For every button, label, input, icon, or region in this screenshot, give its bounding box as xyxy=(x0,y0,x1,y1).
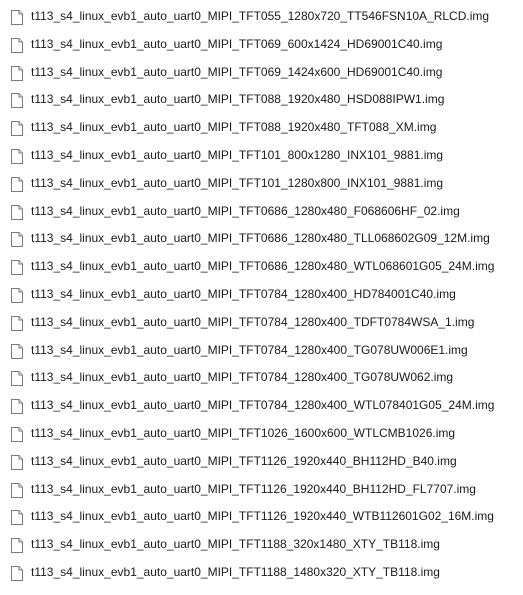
generic-file-icon xyxy=(11,566,23,581)
file-list-item[interactable]: t113_s4_linux_evb1_auto_uart0_MIPI_TFT11… xyxy=(0,502,523,530)
generic-file-icon xyxy=(11,343,23,359)
file-list-item[interactable]: t113_s4_linux_evb1_auto_uart0_MIPI_TFT06… xyxy=(0,197,523,225)
file-name: t113_s4_linux_evb1_auto_uart0_MIPI_TFT10… xyxy=(31,148,444,162)
file-name: t113_s4_linux_evb1_auto_uart0_MIPI_TFT10… xyxy=(31,175,444,190)
generic-file-icon xyxy=(11,510,23,526)
file-name: t113_s4_linux_evb1_auto_uart0_MIPI_TFT05… xyxy=(31,9,490,23)
file-list-item[interactable]: t113_s4_linux_evb1_auto_uart0_MIPI_TFT08… xyxy=(0,85,523,113)
generic-file-icon xyxy=(11,538,23,554)
file-name: t113_s4_linux_evb1_auto_uart0_MIPI_TFT06… xyxy=(31,64,443,79)
file-list-item[interactable]: t113_s4_linux_evb1_auto_uart0_MIPI_TFT06… xyxy=(0,30,523,58)
file-name: t113_s4_linux_evb1_auto_uart0_MIPI_TFT06… xyxy=(31,36,443,51)
file-name: t113_s4_linux_evb1_auto_uart0_MIPI_TFT08… xyxy=(31,120,437,135)
file-name: t113_s4_linux_evb1_auto_uart0_MIPI_TFT07… xyxy=(31,370,454,385)
file-name: t113_s4_linux_evb1_auto_uart0_MIPI_TFT11… xyxy=(31,453,457,468)
generic-file-icon xyxy=(11,371,23,387)
generic-file-icon xyxy=(11,121,23,137)
generic-file-icon xyxy=(11,260,23,276)
file-list-item[interactable]: t113_s4_linux_evb1_auto_uart0_MIPI_TFT10… xyxy=(0,141,523,169)
file-name: t113_s4_linux_evb1_auto_uart0_MIPI_TFT07… xyxy=(31,287,456,301)
file-list-item[interactable]: t113_s4_linux_evb1_auto_uart0_MIPI_TFT11… xyxy=(0,475,523,503)
file-list-item[interactable]: t113_s4_linux_evb1_auto_uart0_MIPI_TFT06… xyxy=(0,252,523,280)
generic-file-icon xyxy=(11,427,23,442)
generic-file-icon xyxy=(11,315,23,331)
file-list-item[interactable]: t113_s4_linux_evb1_auto_uart0_MIPI_TFT06… xyxy=(0,58,523,86)
file-name: t113_s4_linux_evb1_auto_uart0_MIPI_TFT11… xyxy=(31,537,440,552)
file-list-item[interactable]: t113_s4_linux_evb1_auto_uart0_MIPI_TFT07… xyxy=(0,308,523,336)
generic-file-icon xyxy=(11,149,23,164)
file-name: t113_s4_linux_evb1_auto_uart0_MIPI_TFT08… xyxy=(31,92,445,107)
file-name: t113_s4_linux_evb1_auto_uart0_MIPI_TFT11… xyxy=(31,509,494,524)
file-list-item[interactable]: t113_s4_linux_evb1_auto_uart0_MIPI_TFT08… xyxy=(0,113,523,141)
file-list-item[interactable]: t113_s4_linux_evb1_auto_uart0_MIPI_TFT05… xyxy=(0,2,523,30)
file-name: t113_s4_linux_evb1_auto_uart0_MIPI_TFT06… xyxy=(31,259,495,274)
file-list-item[interactable]: t113_s4_linux_evb1_auto_uart0_MIPI_TFT11… xyxy=(0,447,523,475)
file-list-item[interactable]: t113_s4_linux_evb1_auto_uart0_MIPI_TFT11… xyxy=(0,530,523,558)
file-name: t113_s4_linux_evb1_auto_uart0_MIPI_TFT11… xyxy=(31,481,476,496)
generic-file-icon xyxy=(11,93,23,109)
generic-file-icon xyxy=(11,482,23,498)
file-name: t113_s4_linux_evb1_auto_uart0_MIPI_TFT06… xyxy=(31,231,490,246)
file-name: t113_s4_linux_evb1_auto_uart0_MIPI_TFT10… xyxy=(31,426,456,440)
generic-file-icon xyxy=(11,176,23,192)
file-list-item[interactable]: t113_s4_linux_evb1_auto_uart0_MIPI_TFT07… xyxy=(0,391,523,419)
generic-file-icon xyxy=(11,399,23,415)
file-name: t113_s4_linux_evb1_auto_uart0_MIPI_TFT07… xyxy=(31,342,468,357)
file-name: t113_s4_linux_evb1_auto_uart0_MIPI_TFT07… xyxy=(31,314,475,329)
file-list-item[interactable]: t113_s4_linux_evb1_auto_uart0_MIPI_TFT07… xyxy=(0,280,523,308)
generic-file-icon xyxy=(11,204,23,220)
file-list-item[interactable]: t113_s4_linux_evb1_auto_uart0_MIPI_TFT07… xyxy=(0,363,523,391)
file-name: t113_s4_linux_evb1_auto_uart0_MIPI_TFT07… xyxy=(31,398,495,413)
generic-file-icon xyxy=(11,232,23,248)
file-list-item[interactable]: t113_s4_linux_evb1_auto_uart0_MIPI_TFT10… xyxy=(0,169,523,197)
file-name: t113_s4_linux_evb1_auto_uart0_MIPI_TFT11… xyxy=(31,565,440,579)
file-list: t113_s4_linux_evb1_auto_uart0_MIPI_TFT05… xyxy=(0,0,523,595)
generic-file-icon xyxy=(11,454,23,470)
file-name: t113_s4_linux_evb1_auto_uart0_MIPI_TFT06… xyxy=(31,203,460,218)
generic-file-icon xyxy=(11,37,23,53)
generic-file-icon xyxy=(11,10,23,25)
file-list-item[interactable]: t113_s4_linux_evb1_auto_uart0_MIPI_TFT07… xyxy=(0,336,523,364)
file-list-item[interactable]: t113_s4_linux_evb1_auto_uart0_MIPI_TFT06… xyxy=(0,224,523,252)
file-list-item[interactable]: t113_s4_linux_evb1_auto_uart0_MIPI_TFT10… xyxy=(0,419,523,447)
file-list-item[interactable]: t113_s4_linux_evb1_auto_uart0_MIPI_TFT11… xyxy=(0,558,523,586)
generic-file-icon xyxy=(11,288,23,303)
generic-file-icon xyxy=(11,65,23,81)
